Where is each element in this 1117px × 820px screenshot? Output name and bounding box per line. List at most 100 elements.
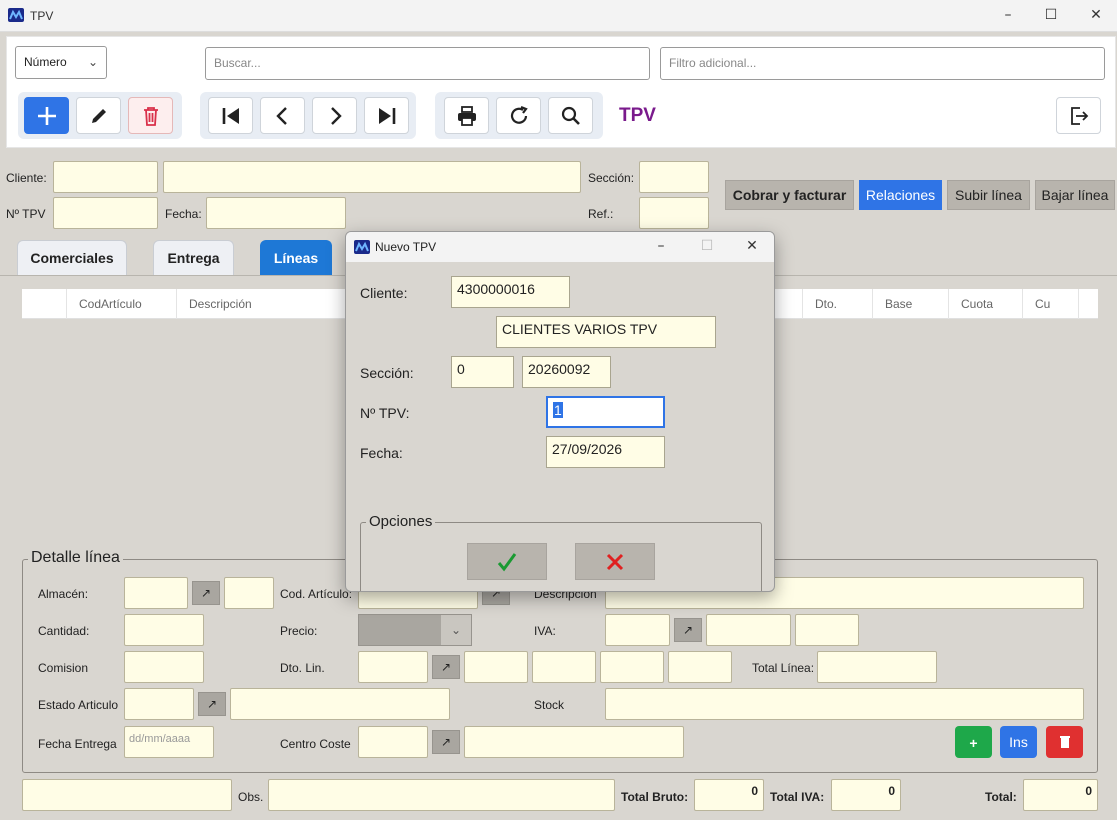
minimize-icon[interactable]: – — [993, 3, 1023, 27]
estado-name-field[interactable] — [230, 688, 450, 720]
tab-comerciales[interactable]: Comerciales — [17, 240, 127, 276]
ref-field[interactable] — [639, 197, 709, 229]
chevron-down-icon: ⌄ — [87, 55, 98, 69]
sort-select[interactable]: Número ⌄ — [15, 46, 107, 79]
maximize-icon[interactable]: ☐ — [1036, 3, 1066, 27]
accept-button[interactable] — [467, 543, 547, 580]
dto-lin-field[interactable] — [358, 651, 428, 683]
dialog-cliente-name[interactable]: CLIENTES VARIOS TPV — [496, 316, 716, 348]
sort-select-value: Número — [24, 55, 67, 69]
dto-field-3[interactable] — [532, 651, 596, 683]
refresh-icon — [510, 105, 528, 124]
iva-code-field[interactable] — [605, 614, 670, 646]
total-bruto-value: 0 — [694, 779, 764, 811]
subir-linea-button[interactable]: Subir línea — [947, 180, 1030, 210]
dialog-cliente-code[interactable]: 4300000016 — [451, 276, 570, 308]
centro-name-field[interactable] — [464, 726, 684, 758]
estado-lookup-icon[interactable]: ↗ — [198, 692, 226, 716]
column-header[interactable]: Cu — [1022, 289, 1078, 319]
dto-lookup-icon[interactable]: ↗ — [432, 655, 460, 679]
delete-button[interactable] — [128, 97, 173, 134]
trash-icon — [1059, 736, 1070, 748]
bajar-linea-button[interactable]: Bajar línea — [1035, 180, 1115, 210]
delete-line-button[interactable] — [1046, 726, 1083, 758]
dto-field-2[interactable] — [464, 651, 528, 683]
centro-lookup-icon[interactable]: ↗ — [432, 730, 460, 754]
close-icon[interactable]: ✕ — [1081, 3, 1111, 27]
almacen-field[interactable] — [124, 577, 188, 609]
filter-input[interactable]: Filtro adicional... — [660, 47, 1105, 80]
add-button[interactable] — [24, 97, 69, 134]
dialog-fecha-input[interactable]: 27/09/2026 — [546, 436, 665, 468]
minimize-icon[interactable]: – — [646, 234, 676, 258]
fecha-label: Fecha: — [165, 207, 202, 221]
opciones-panel — [360, 522, 762, 591]
next-record-button[interactable] — [312, 97, 357, 134]
search-button[interactable] — [548, 97, 593, 134]
total-linea-label: Total Línea: — [752, 661, 815, 675]
precio-select[interactable]: ⌄ — [358, 614, 472, 646]
exit-button[interactable] — [1056, 97, 1101, 134]
almacen-lookup-icon[interactable]: ↗ — [192, 581, 220, 605]
dialog-seccion-value[interactable]: 0 — [451, 356, 514, 388]
obs-field[interactable] — [268, 779, 615, 811]
dialog-ntpv-input[interactable]: 1 — [546, 396, 665, 428]
last-record-button[interactable] — [364, 97, 409, 134]
column-header[interactable]: Base — [872, 289, 948, 319]
cantidad-field[interactable] — [124, 614, 204, 646]
dto-field-5[interactable] — [668, 651, 732, 683]
cancel-button[interactable] — [575, 543, 655, 580]
title-bar: TPV – ☐ ✕ — [0, 0, 1117, 32]
ntpv-field[interactable] — [53, 197, 158, 229]
fecha-entrega-field[interactable]: dd/mm/aaaa — [124, 726, 214, 758]
cobrar-facturar-button[interactable]: Cobrar y facturar — [725, 180, 854, 210]
footer-left-field[interactable] — [22, 779, 232, 811]
seccion-field[interactable] — [639, 161, 709, 193]
column-header[interactable]: CodArtículo — [66, 289, 176, 319]
tab-lineas[interactable]: Líneas — [260, 240, 332, 276]
iva-label: IVA: — [534, 624, 556, 638]
first-record-button[interactable] — [208, 97, 253, 134]
nuevo-tpv-dialog: Nuevo TPV – ☐ ✕ Cliente: 4300000016 CLIE… — [345, 231, 775, 592]
iva-name-field[interactable] — [706, 614, 791, 646]
dialog-ntpv-value: 1 — [553, 402, 563, 418]
cliente-name-field[interactable] — [163, 161, 581, 193]
centro-coste-field[interactable] — [358, 726, 428, 758]
relaciones-button[interactable]: Relaciones — [859, 180, 942, 210]
dialog-seccion-code[interactable]: 20260092 — [522, 356, 611, 388]
stock-label: Stock — [534, 698, 565, 712]
total-linea-field[interactable] — [817, 651, 937, 683]
dto-field-4[interactable] — [600, 651, 664, 683]
precio-label: Precio: — [280, 624, 318, 638]
insert-line-button[interactable]: Ins — [1000, 726, 1037, 758]
tab-entrega[interactable]: Entrega — [153, 240, 234, 276]
estado-articulo-field[interactable] — [124, 688, 194, 720]
total-label: Total: — [985, 790, 1017, 804]
skip-last-icon — [378, 107, 395, 124]
close-icon[interactable]: ✕ — [737, 234, 767, 258]
search-input[interactable]: Buscar... — [205, 47, 650, 80]
fecha-field[interactable] — [206, 197, 346, 229]
cliente-code-field[interactable] — [53, 161, 158, 193]
total-iva-label: Total IVA: — [770, 790, 825, 804]
comision-field[interactable] — [124, 651, 204, 683]
dialog-ntpv-label: Nº TPV: — [360, 405, 410, 421]
column-header[interactable]: Descripción — [176, 289, 346, 319]
column-header[interactable]: Dto. — [802, 289, 872, 319]
refresh-button[interactable] — [496, 97, 541, 134]
add-line-button[interactable]: + — [955, 726, 992, 758]
iva-lookup-icon[interactable]: ↗ — [674, 618, 702, 642]
trash-icon — [143, 106, 158, 126]
cantidad-label: Cantidad: — [38, 624, 90, 638]
print-button[interactable] — [444, 97, 489, 134]
dialog-title-bar: Nuevo TPV – ☐ ✕ — [346, 232, 774, 262]
previous-record-button[interactable] — [260, 97, 305, 134]
fecha-entrega-label: Fecha Entrega — [38, 737, 117, 751]
maximize-icon: ☐ — [700, 238, 714, 254]
chevron-right-icon — [330, 106, 342, 125]
almacen-name-field[interactable] — [224, 577, 274, 609]
column-header[interactable]: Cuota — [948, 289, 1023, 319]
iva-percent-field[interactable] — [795, 614, 859, 646]
stock-field[interactable] — [605, 688, 1084, 720]
edit-button[interactable] — [76, 97, 121, 134]
